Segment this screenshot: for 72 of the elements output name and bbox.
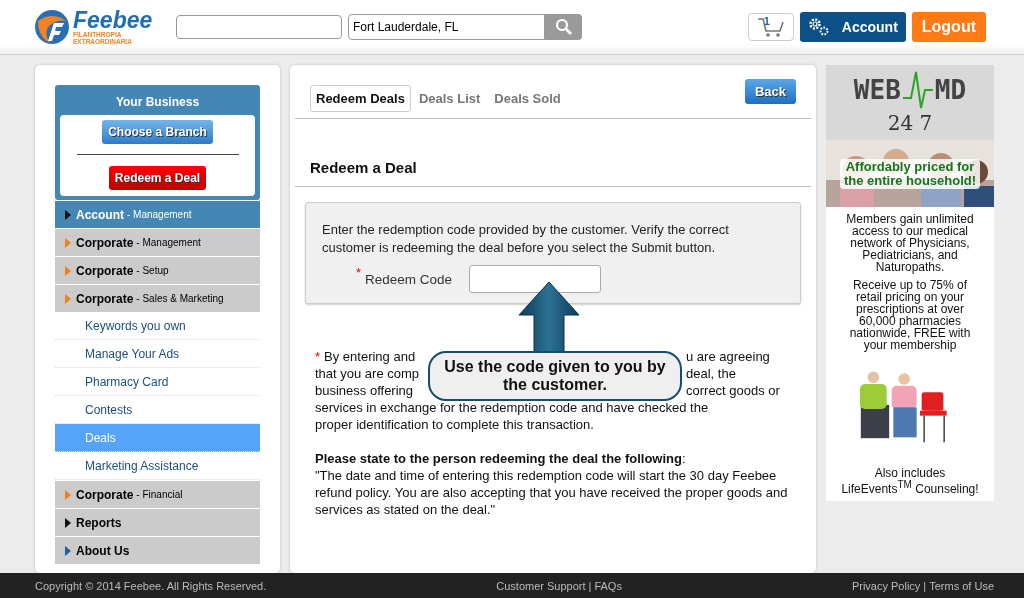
menu-section-subtitle: - Management	[136, 237, 201, 248]
privacy-link[interactable]: Privacy Policy	[851, 579, 921, 592]
back-button[interactable]: Back	[744, 79, 796, 104]
required-mark: *	[356, 265, 362, 280]
menu-section[interactable]: Corporate - Financial	[55, 480, 260, 508]
quote-text: "The date and time of entering this redemption code will start the 30 day Feebee refund policy. You are also accepting that you have received the proper goods and services as stated on the deal."	[315, 467, 789, 518]
heartbeat-icon	[902, 69, 933, 110]
menu-section[interactable]: Account - Management	[55, 200, 260, 228]
disclaimer-text: that you are comp	[315, 365, 420, 382]
faqs-link[interactable]: FAQs	[594, 579, 622, 592]
menu-section-title: Account	[76, 207, 124, 222]
menu-section-title: Corporate	[76, 487, 134, 502]
redeem-deal-button[interactable]: Redeem a Deal	[108, 166, 207, 190]
cart-count: 1	[763, 15, 770, 27]
field-label: Redeem Code	[365, 271, 454, 287]
disclaimer-text: By entering and	[324, 348, 416, 365]
menu-item[interactable]: Pharmacy Card	[55, 368, 260, 396]
menu-section[interactable]: Reports	[55, 508, 260, 536]
menu-section[interactable]: Corporate - Setup	[55, 256, 260, 284]
tab[interactable]: Deals Sold	[488, 85, 567, 112]
menu-section[interactable]: Corporate - Sales & Marketing	[55, 284, 260, 312]
globe-logo-icon	[34, 9, 70, 45]
cart-button[interactable]: 1	[747, 13, 794, 41]
support-link[interactable]: Customer Support	[496, 579, 586, 592]
ad-logo-number: 24 7	[886, 111, 934, 136]
separator: |	[588, 579, 592, 592]
menu-item[interactable]: Keywords you own	[55, 312, 260, 340]
search-icon	[554, 18, 573, 36]
menu-section-subtitle: - Financial	[136, 489, 183, 500]
instructions-text: Enter the redemption code provided by the customer. Verify the correct customer is redeeming the deal before you select the Submit button.	[322, 221, 730, 257]
tab[interactable]: Redeem Deals	[310, 85, 411, 112]
menu-section[interactable]: Corporate - Management	[55, 228, 260, 256]
gears-icon	[807, 17, 830, 37]
statement-text: Please state to the person redeeming the deal the following:	[315, 450, 687, 467]
redeem-code-field[interactable]	[469, 265, 602, 293]
business-title: Your Business	[115, 95, 200, 109]
menu-section-subtitle: - Setup	[136, 265, 169, 276]
disclaimer-text: proper identification to complete this transaction.	[315, 416, 594, 433]
menu-section-subtitle: - Management	[127, 209, 192, 220]
cart-icon	[755, 16, 786, 38]
ad-logo-text: MD	[934, 74, 967, 105]
disclaimer-text: deal, the	[686, 365, 737, 382]
search-field[interactable]	[176, 15, 342, 39]
ad-text: Receive up to 75% of retail pricing on your prescriptions at over 60,000 pharmacies nationwide, FREE with your membership	[848, 279, 972, 351]
menu-section-title: Corporate	[76, 291, 134, 306]
menu-section-title: About Us	[76, 543, 130, 558]
terms-link[interactable]: Terms of Use	[929, 579, 994, 592]
callout-bubble: Use the code given to you by the customer.	[428, 351, 682, 401]
copyright-text: Copyright © 2014 Feebee. All Rights Reserved.	[35, 579, 267, 592]
disclaimer-text: business offering	[315, 382, 414, 399]
disclaimer-text: services in exchange for the redemption code and have checked the	[315, 399, 709, 416]
menu-section-subtitle: - Sales & Marketing	[136, 293, 224, 304]
tab[interactable]: Deals List	[412, 85, 487, 112]
logo-name: Feebee	[73, 9, 153, 32]
location-field[interactable]: Fort Lauderdale, FL	[348, 14, 545, 40]
disclaimer-text: u are agreeing	[686, 348, 771, 365]
menu-section-title: Corporate	[76, 235, 134, 250]
search-button[interactable]	[545, 14, 582, 40]
account-button[interactable]: Account	[799, 12, 906, 42]
disclaimer-text: correct goods or	[686, 382, 781, 399]
ad-text: Also includes LifeEvents$^{TM}$ Counseling!	[840, 467, 980, 495]
separator: |	[923, 579, 927, 592]
menu-item[interactable]: Manage Your Ads	[55, 340, 260, 368]
required-mark: *	[315, 348, 321, 365]
section-heading: Redeem a Deal	[295, 119, 811, 187]
menu-section[interactable]: About Us	[55, 536, 260, 564]
ad-text: Members gain unlimited access to our medical network of Physicians, Pediatricians, and Naturopaths.	[845, 213, 975, 273]
menu-section-title: Corporate	[76, 263, 134, 278]
arrow-up-icon	[518, 281, 580, 353]
menu-section-title: Reports	[76, 515, 122, 530]
ad-banner-text: Affordably priced for the entire household!	[840, 158, 980, 189]
ad-logo-text: WEB	[853, 74, 901, 105]
